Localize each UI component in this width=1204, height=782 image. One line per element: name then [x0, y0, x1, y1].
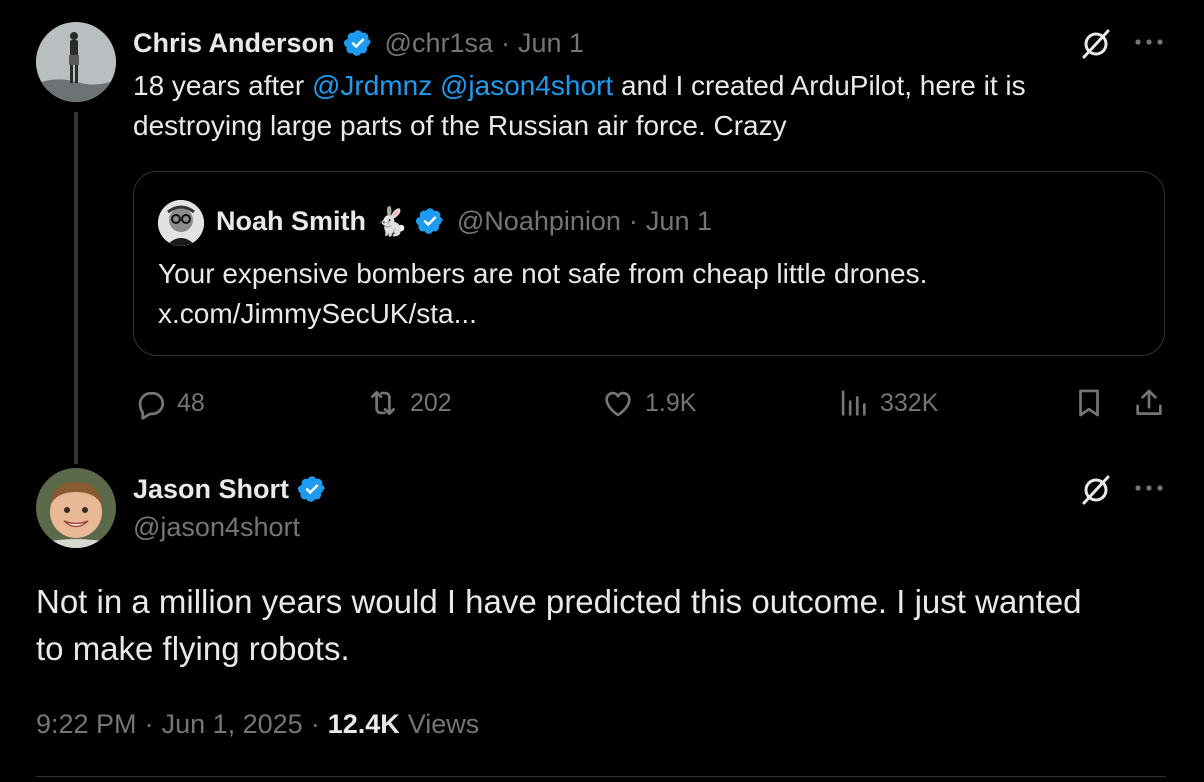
views-icon — [841, 390, 866, 416]
tweet-header: Chris Anderson @chr1sa · Jun 1 — [133, 26, 584, 60]
text-line: destroying large parts of the Russian ai… — [133, 110, 787, 141]
repost-count: 202 — [410, 388, 452, 417]
separator: · — [310, 708, 320, 739]
reply-text-line: to make flying robots. — [36, 630, 350, 667]
bookmark-icon[interactable] — [1072, 386, 1106, 420]
avatar-chris-anderson[interactable] — [36, 22, 116, 102]
separator: · — [628, 205, 638, 236]
repost-icon — [371, 391, 395, 415]
quoted-text: Your expensive bombers are not safe from… — [158, 254, 1148, 334]
like-icon — [605, 391, 631, 417]
reply-text-line: Not in a million years would I have pred… — [36, 583, 1082, 620]
divider — [36, 776, 1166, 777]
quoted-author-name: Noah Smith — [216, 205, 367, 236]
separator: · — [500, 27, 510, 58]
verified-badge-icon — [343, 28, 373, 58]
view-count: 332K — [880, 388, 939, 417]
reply-button[interactable]: 48 — [133, 386, 205, 420]
more-icon[interactable] — [1132, 30, 1166, 54]
quoted-handle: @Noahpinion — [456, 205, 621, 236]
tweet-text: 18 years after @Jrdmnz @jason4short and … — [133, 66, 1173, 146]
reply-icon — [138, 391, 165, 420]
views-label: Views — [407, 708, 480, 739]
thread-connector — [74, 112, 78, 464]
mention-jrdmnz[interactable]: @Jrdmnz — [312, 70, 432, 101]
quoted-text-line: Your expensive bombers are not safe from… — [158, 258, 928, 289]
reply-time[interactable]: 9:22 PM — [36, 709, 137, 740]
share-icon[interactable] — [1132, 386, 1166, 420]
reply-text: Not in a million years would I have pred… — [36, 578, 1176, 672]
quoted-tweet-card[interactable]: Noah Smith 🐇 @Noahpinion · Jun 1 Your ex… — [133, 171, 1165, 356]
author-name[interactable]: Chris Anderson — [133, 28, 335, 59]
quoted-date: Jun 1 — [645, 205, 712, 236]
reply-handle[interactable]: @jason4short — [133, 512, 300, 543]
text-segment: 18 years after — [133, 70, 312, 101]
reply-header: Jason Short — [133, 472, 327, 506]
more-icon[interactable] — [1132, 476, 1166, 500]
rabbit-emoji: 🐇 — [374, 204, 409, 238]
reply-view-count: 12.4K — [327, 708, 400, 739]
text-segment: and I created ArduPilot, here it is — [613, 70, 1026, 101]
mention-jason4short[interactable]: @jason4short — [440, 70, 613, 101]
like-button[interactable]: 1.9K — [601, 386, 696, 420]
quoted-link: x.com/JimmySecUK/sta... — [158, 298, 477, 329]
repost-button[interactable]: 202 — [366, 386, 452, 420]
reply-author-name[interactable]: Jason Short — [133, 474, 289, 505]
author-handle[interactable]: @chr1sa — [385, 28, 493, 59]
like-count: 1.9K — [645, 388, 697, 417]
verified-badge-icon — [415, 206, 445, 236]
tweet-date[interactable]: Jun 1 — [518, 28, 584, 59]
grok-icon[interactable] — [1078, 26, 1114, 62]
grok-icon[interactable] — [1078, 472, 1114, 508]
reply-meta: 9:22 PM · Jun 1, 2025 · 12.4K Views — [36, 706, 479, 742]
reply-count: 48 — [177, 388, 205, 417]
reply-date[interactable]: Jun 1, 2025 — [162, 709, 303, 740]
avatar-jason-short[interactable] — [36, 468, 116, 548]
separator: · — [144, 708, 154, 739]
quoted-header: Noah Smith 🐇 @Noahpinion · Jun 1 — [216, 203, 712, 239]
avatar-noah-smith — [158, 200, 204, 246]
verified-badge-icon — [297, 474, 327, 504]
views-button[interactable]: 332K — [836, 386, 938, 420]
